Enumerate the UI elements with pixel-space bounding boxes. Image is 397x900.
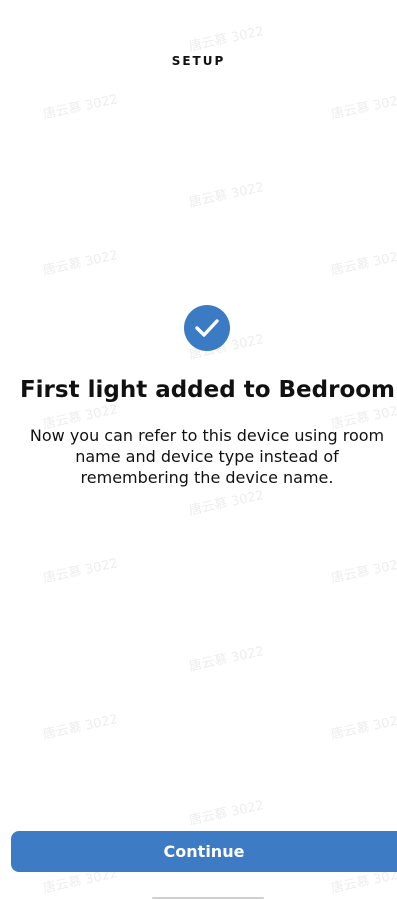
watermark-text: 唐云慕 3022 bbox=[329, 712, 397, 743]
watermark-text: 唐云慕 3022 bbox=[187, 798, 266, 829]
watermark-text: 唐云慕 3022 bbox=[187, 180, 266, 211]
watermark-text: 唐云慕 3022 bbox=[187, 644, 266, 675]
watermark-text: 唐云慕 3022 bbox=[187, 24, 266, 55]
checkmark-icon bbox=[195, 319, 219, 337]
watermark-text: 唐云慕 3022 bbox=[41, 92, 120, 123]
confirmation-description: Now you can refer to this device using r… bbox=[29, 426, 385, 487]
watermark-text: 唐云慕 3022 bbox=[41, 248, 120, 279]
home-indicator bbox=[152, 897, 264, 899]
watermark-text: 唐云慕 3022 bbox=[329, 92, 397, 123]
check-circle-icon bbox=[184, 305, 230, 351]
continue-button[interactable]: Continue bbox=[11, 831, 397, 872]
confirmation-headline: First light added to Bedroom bbox=[19, 377, 396, 403]
watermark-text: 唐云慕 3022 bbox=[329, 248, 397, 279]
watermark-text: 唐云慕 3022 bbox=[41, 556, 120, 587]
page-title: SETUP bbox=[171, 54, 226, 68]
watermark-text: 唐云慕 3022 bbox=[41, 712, 120, 743]
watermark-text: 唐云慕 3022 bbox=[329, 556, 397, 587]
watermark-text: 唐云慕 3022 bbox=[187, 488, 266, 519]
